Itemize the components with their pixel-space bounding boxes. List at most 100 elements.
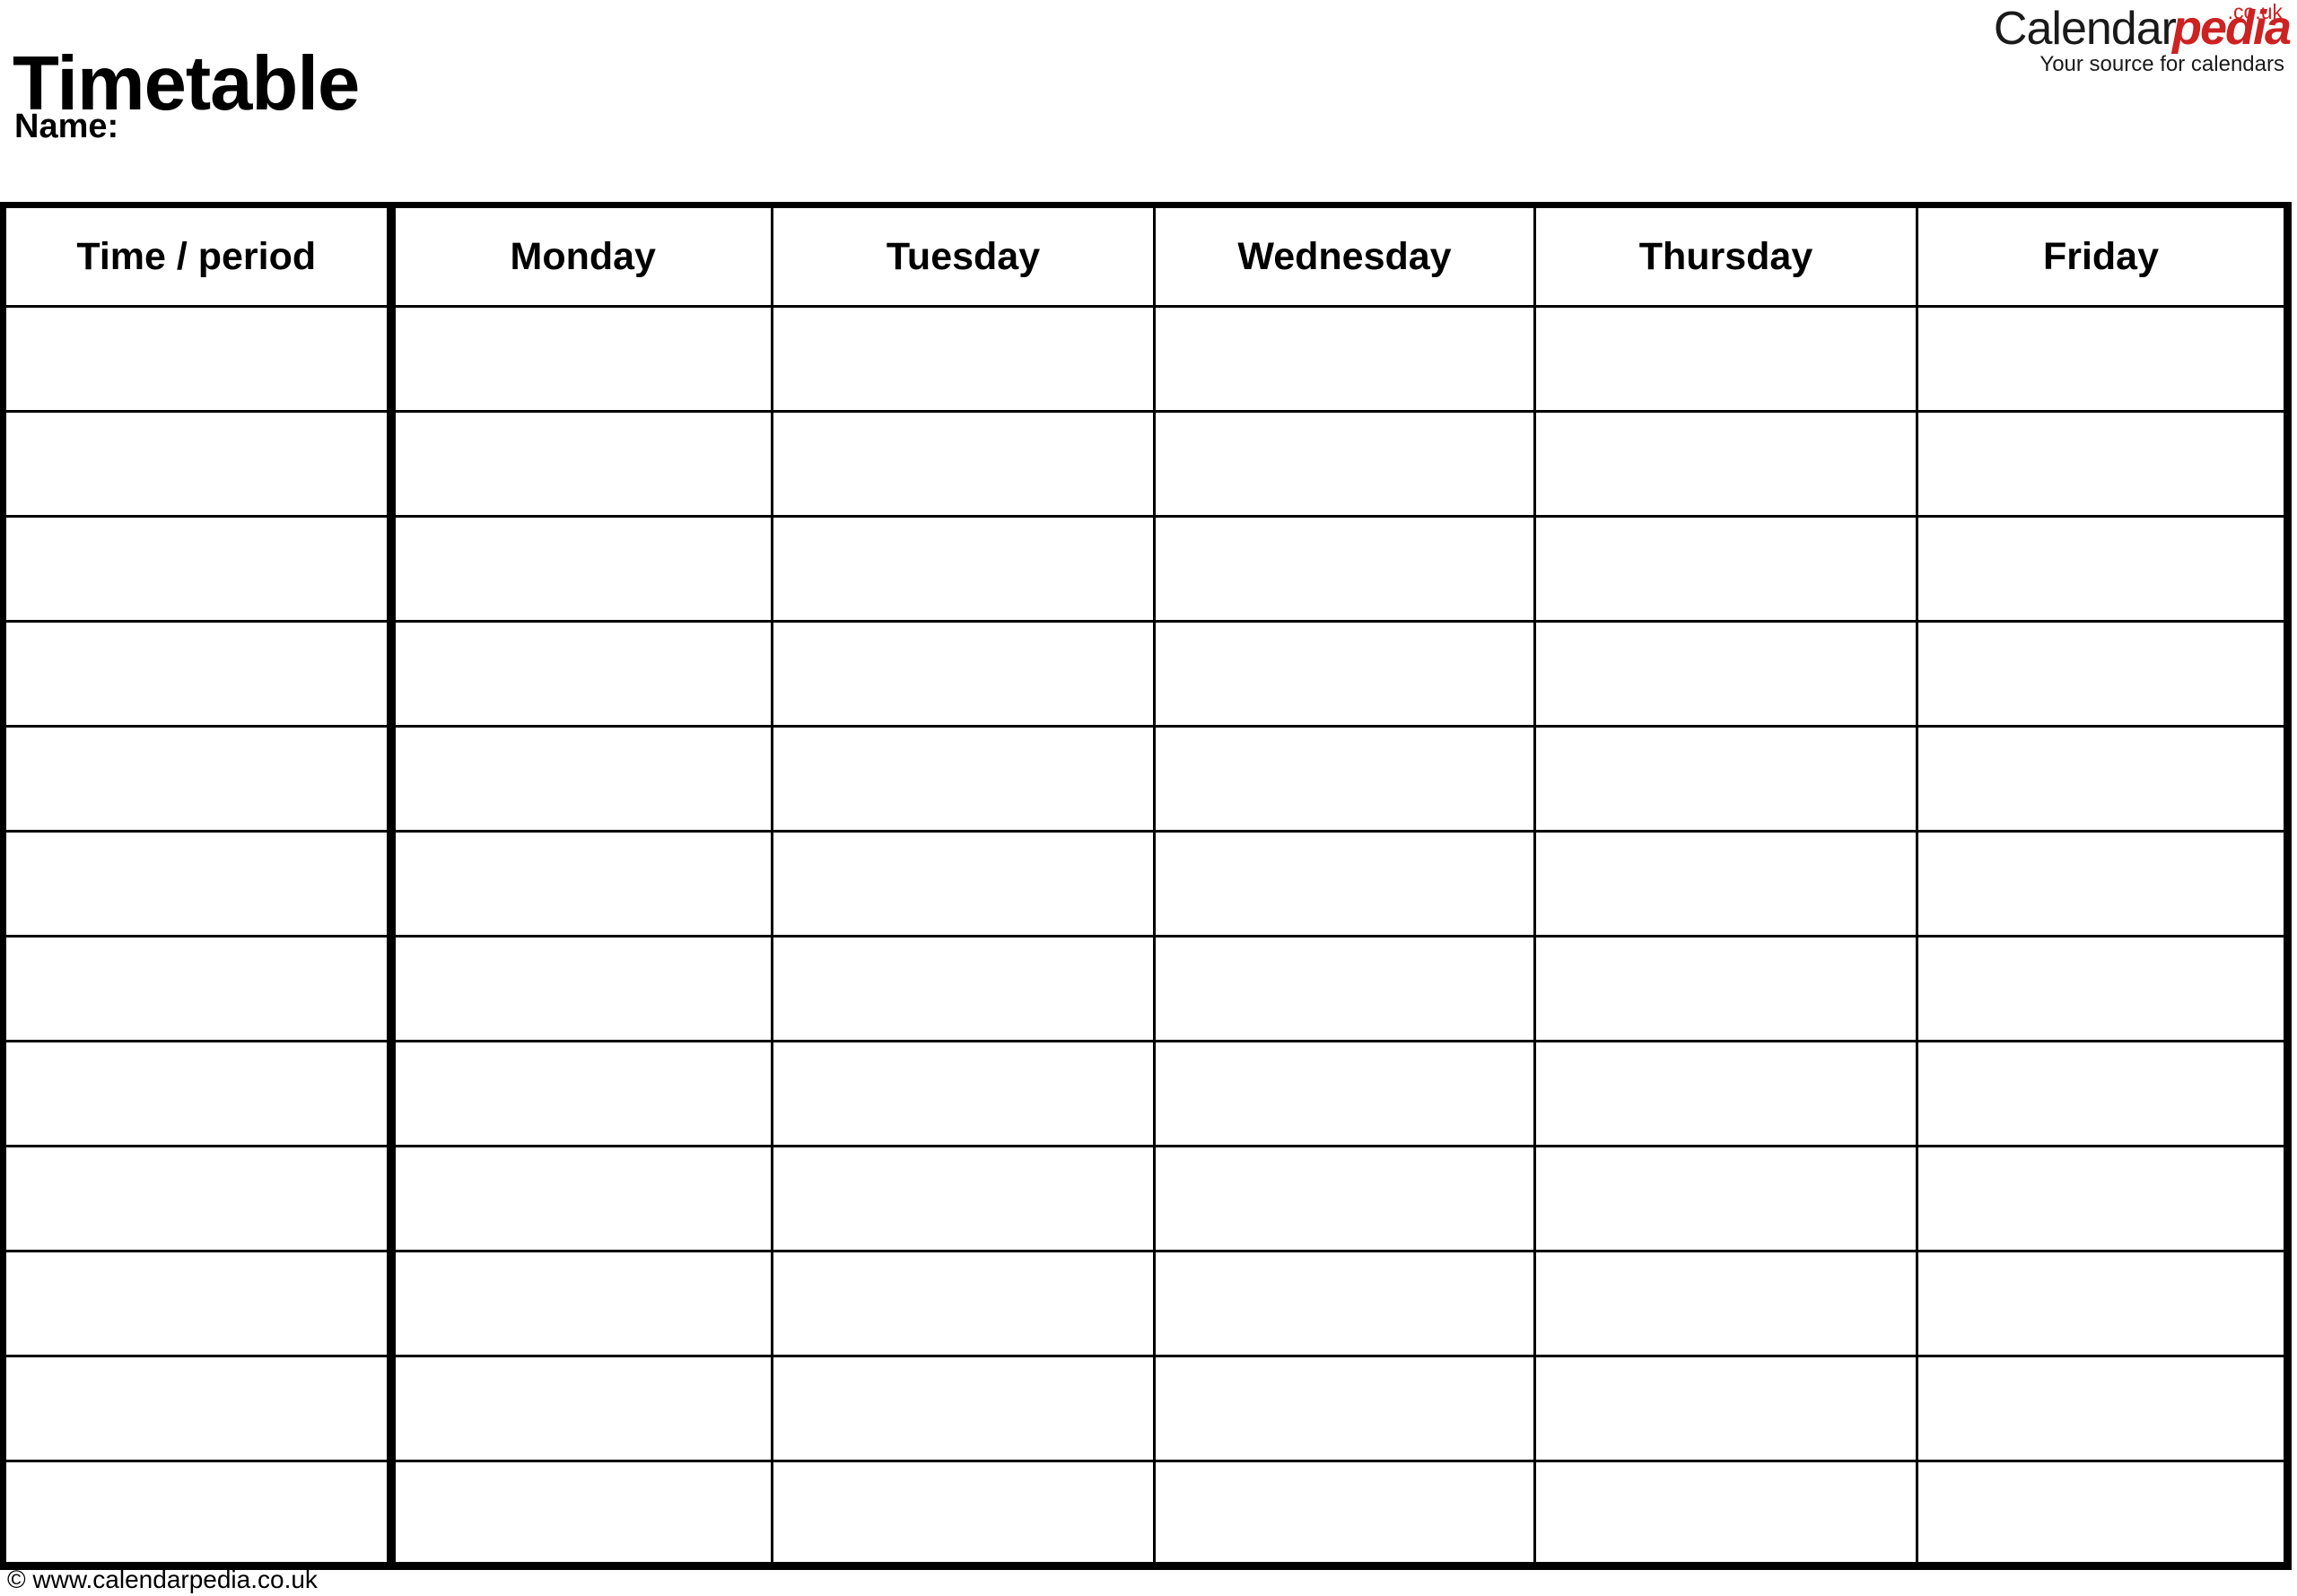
table-row [0, 935, 2292, 1042]
cell-time[interactable] [0, 620, 396, 728]
cell-thursday[interactable] [1533, 830, 1918, 938]
cell-wednesday[interactable] [1153, 1145, 1536, 1252]
cell-monday[interactable] [386, 725, 773, 833]
cell-monday[interactable] [386, 515, 773, 623]
cell-tuesday[interactable] [771, 515, 1156, 623]
cell-thursday[interactable] [1533, 305, 1918, 413]
cell-monday[interactable] [386, 620, 773, 728]
cell-friday[interactable] [1916, 515, 2292, 623]
cell-time[interactable] [0, 1250, 396, 1357]
cell-time[interactable] [0, 305, 396, 413]
cell-friday[interactable] [1916, 1145, 2292, 1252]
column-header-monday: Monday [386, 202, 773, 308]
table-row [0, 620, 2292, 728]
cell-tuesday[interactable] [771, 410, 1156, 518]
cell-thursday[interactable] [1533, 515, 1918, 623]
brand-tagline: Your source for calendars [2039, 52, 2284, 76]
cell-time[interactable] [0, 515, 396, 623]
cell-tuesday[interactable] [771, 620, 1156, 728]
table-row [0, 725, 2292, 833]
table-row [0, 305, 2292, 413]
cell-friday[interactable] [1916, 1355, 2292, 1462]
cell-friday[interactable] [1916, 1460, 2292, 1570]
cell-monday[interactable] [386, 1040, 773, 1147]
cell-time[interactable] [0, 935, 396, 1042]
timetable-grid: Time / period Monday Tuesday Wednesday T… [0, 202, 2292, 1570]
cell-tuesday[interactable] [771, 1460, 1156, 1570]
cell-monday[interactable] [386, 1460, 773, 1570]
table-row [0, 1145, 2292, 1252]
cell-tuesday[interactable] [771, 1145, 1156, 1252]
cell-friday[interactable] [1916, 305, 2292, 413]
cell-wednesday[interactable] [1153, 830, 1536, 938]
cell-thursday[interactable] [1533, 410, 1918, 518]
table-row [0, 1250, 2292, 1357]
brand-name-primary: Calendar [1993, 3, 2177, 55]
table-row [0, 830, 2292, 938]
cell-tuesday[interactable] [771, 1040, 1156, 1147]
cell-tuesday[interactable] [771, 830, 1156, 938]
cell-monday[interactable] [386, 935, 773, 1042]
cell-time[interactable] [0, 725, 396, 833]
cell-thursday[interactable] [1533, 935, 1918, 1042]
cell-wednesday[interactable] [1153, 935, 1536, 1042]
cell-wednesday[interactable] [1153, 1040, 1536, 1147]
table-row [0, 1040, 2292, 1147]
cell-wednesday[interactable] [1153, 410, 1536, 518]
cell-tuesday[interactable] [771, 305, 1156, 413]
page-header: Timetable Name: Calendarpedia .co.uk You… [0, 0, 2297, 202]
brand-tld: .co.uk [2227, 0, 2283, 23]
cell-wednesday[interactable] [1153, 1250, 1536, 1357]
cell-friday[interactable] [1916, 830, 2292, 938]
cell-thursday[interactable] [1533, 1145, 1918, 1252]
cell-monday[interactable] [386, 1250, 773, 1357]
cell-time[interactable] [0, 410, 396, 518]
column-header-tuesday: Tuesday [771, 202, 1156, 308]
cell-tuesday[interactable] [771, 935, 1156, 1042]
cell-wednesday[interactable] [1153, 515, 1536, 623]
cell-thursday[interactable] [1533, 1250, 1918, 1357]
column-header-thursday: Thursday [1533, 202, 1918, 308]
column-header-friday: Friday [1916, 202, 2292, 308]
cell-thursday[interactable] [1533, 1355, 1918, 1462]
cell-friday[interactable] [1916, 935, 2292, 1042]
cell-time[interactable] [0, 1145, 396, 1252]
table-row [0, 410, 2292, 518]
cell-monday[interactable] [386, 1355, 773, 1462]
cell-friday[interactable] [1916, 620, 2292, 728]
cell-monday[interactable] [386, 1145, 773, 1252]
calendarpedia-logo: Calendarpedia .co.uk Your source for cal… [1868, 0, 2292, 84]
cell-time[interactable] [0, 830, 396, 938]
cell-wednesday[interactable] [1153, 1355, 1536, 1462]
cell-monday[interactable] [386, 305, 773, 413]
cell-monday[interactable] [386, 830, 773, 938]
cell-time[interactable] [0, 1460, 396, 1570]
timetable-header-row: Time / period Monday Tuesday Wednesday T… [0, 202, 2292, 308]
cell-tuesday[interactable] [771, 1355, 1156, 1462]
cell-wednesday[interactable] [1153, 305, 1536, 413]
cell-friday[interactable] [1916, 725, 2292, 833]
table-row [0, 1355, 2292, 1462]
cell-friday[interactable] [1916, 1040, 2292, 1147]
cell-wednesday[interactable] [1153, 620, 1536, 728]
cell-thursday[interactable] [1533, 1460, 1918, 1570]
cell-thursday[interactable] [1533, 725, 1918, 833]
table-row [0, 1460, 2292, 1570]
cell-friday[interactable] [1916, 1250, 2292, 1357]
timetable-page: Timetable Name: Calendarpedia .co.uk You… [0, 0, 2297, 1596]
cell-time[interactable] [0, 1040, 396, 1147]
cell-wednesday[interactable] [1153, 1460, 1536, 1570]
table-row [0, 515, 2292, 623]
cell-thursday[interactable] [1533, 620, 1918, 728]
cell-wednesday[interactable] [1153, 725, 1536, 833]
cell-tuesday[interactable] [771, 1250, 1156, 1357]
timetable-body [0, 305, 2292, 1570]
column-header-wednesday: Wednesday [1153, 202, 1536, 308]
cell-friday[interactable] [1916, 410, 2292, 518]
cell-monday[interactable] [386, 410, 773, 518]
cell-time[interactable] [0, 1355, 396, 1462]
brand-wordmark: Calendarpedia .co.uk [1993, 0, 2292, 56]
footer-copyright: © www.calendarpedia.co.uk [7, 1565, 318, 1593]
cell-thursday[interactable] [1533, 1040, 1918, 1147]
cell-tuesday[interactable] [771, 725, 1156, 833]
